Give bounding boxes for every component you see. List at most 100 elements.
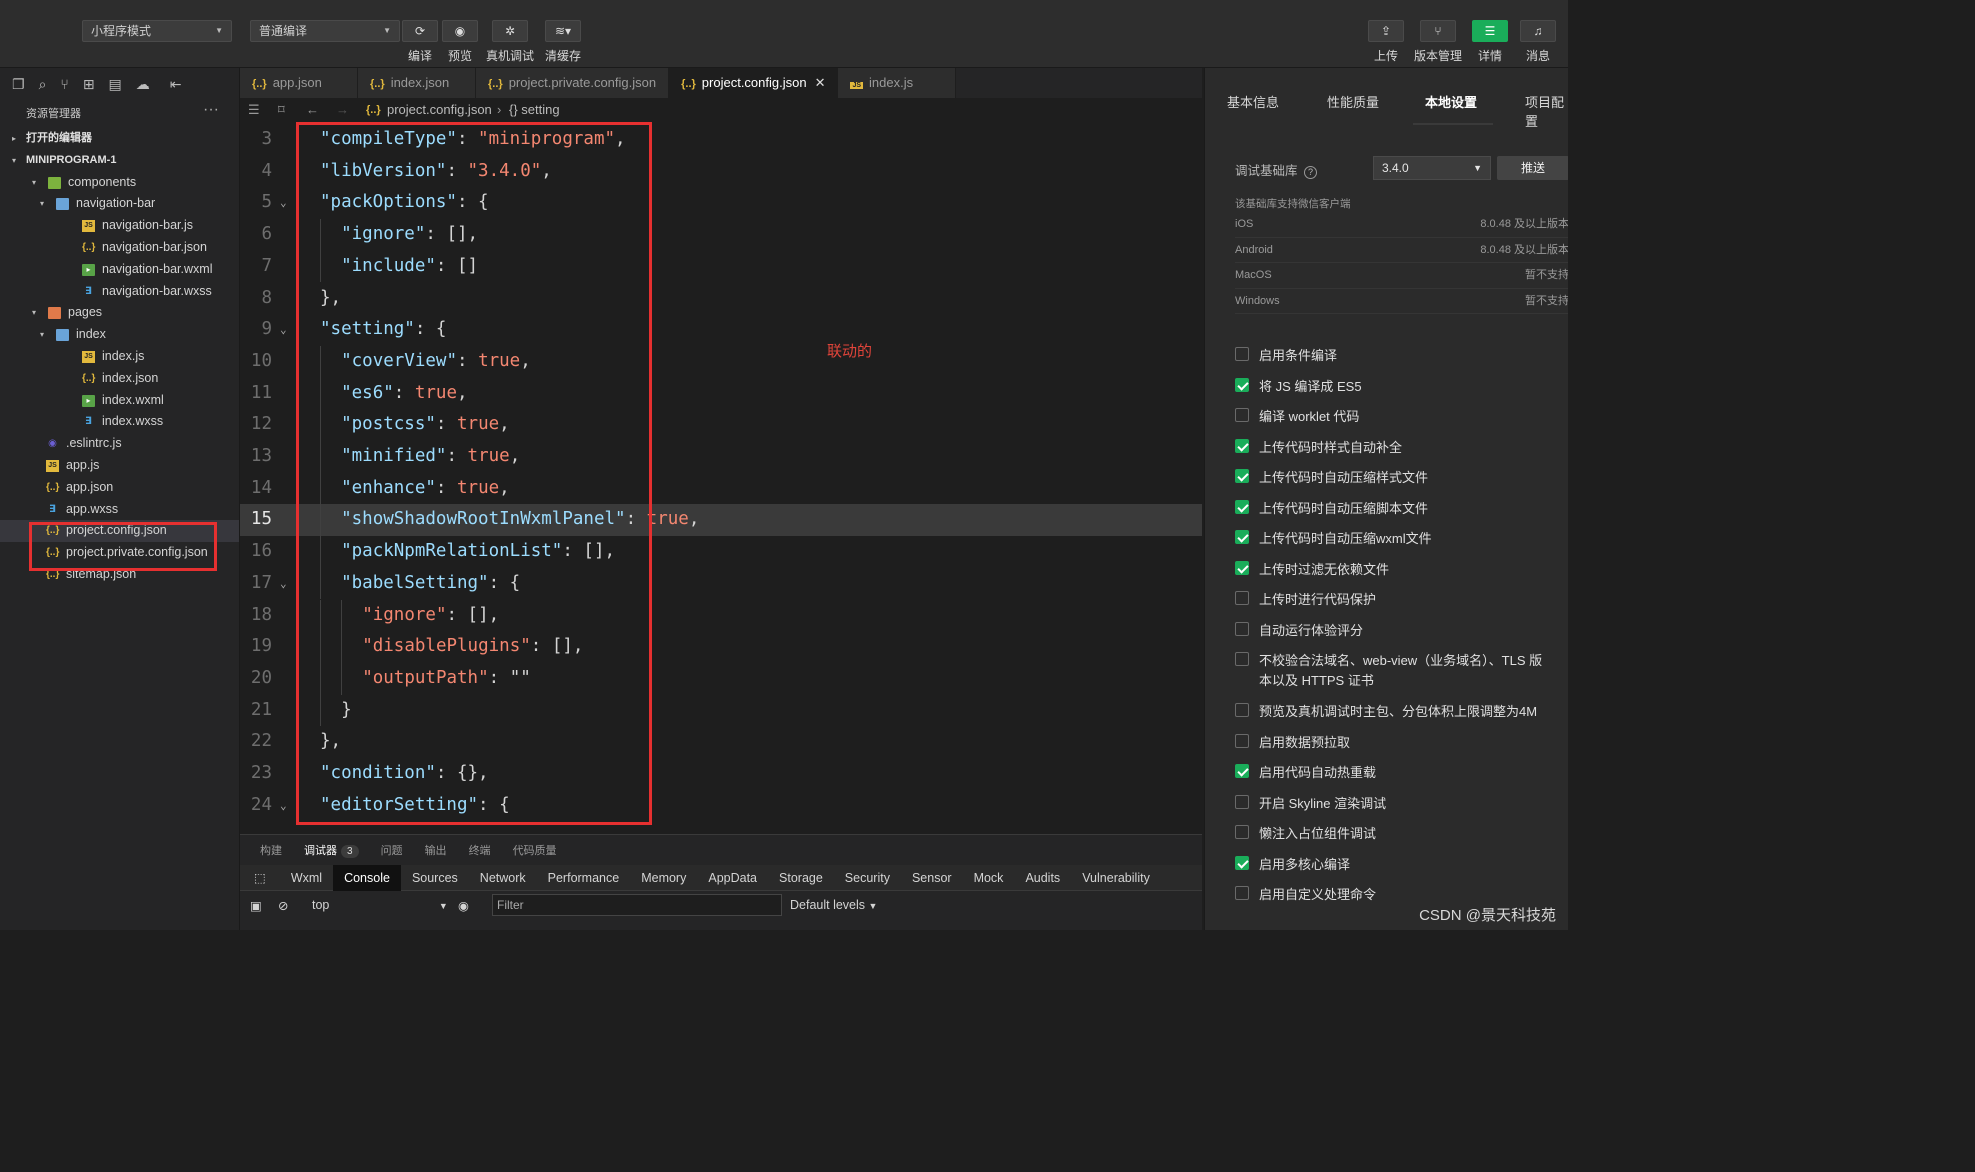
devtools-tab[interactable]: Performance (537, 865, 631, 891)
push-button[interactable]: 推送 (1497, 156, 1568, 180)
panel-tab[interactable]: 构建 (260, 842, 282, 858)
checkbox[interactable] (1235, 438, 1249, 453)
tree-item[interactable]: ▸ index.wxml (0, 390, 239, 412)
devtools-tab[interactable]: Storage (768, 865, 834, 891)
tree-item[interactable]: {..} project.private.config.json (0, 542, 239, 564)
checkbox[interactable] (1235, 377, 1249, 392)
panel-tab[interactable]: 代码质量 (513, 842, 557, 858)
tab-performance[interactable]: 性能质量 (1327, 92, 1379, 111)
panel-tab[interactable]: 终端 (469, 842, 491, 858)
checkbox[interactable] (1235, 703, 1249, 717)
details-button[interactable]: ☰ (1472, 20, 1508, 42)
compile-select[interactable]: 普通编译 ▼ (250, 20, 400, 42)
code-editor[interactable]: 3 "compileType": "miniprogram", 4 "libVersi… (240, 124, 1202, 834)
checkbox[interactable] (1235, 560, 1249, 575)
tree-item[interactable]: {..} navigation-bar.json (0, 237, 239, 259)
editor-tab[interactable]: {..} index.json (358, 68, 476, 98)
checkbox[interactable] (1235, 825, 1249, 839)
messages-button[interactable]: ♫ (1520, 20, 1556, 42)
checkbox[interactable] (1235, 794, 1249, 809)
extensions-icon[interactable]: ⊞ (83, 76, 95, 93)
devtools-tab[interactable]: Sensor (901, 865, 963, 891)
tree-item[interactable]: {..} app.json (0, 477, 239, 499)
cloud-icon[interactable]: ☁ (136, 76, 150, 93)
chevron-down-icon[interactable]: ⌄ (280, 187, 287, 219)
source-control-icon[interactable]: ⑂ (60, 76, 68, 92)
inspect-icon[interactable]: ⬚ (240, 865, 280, 891)
devtools-tab[interactable]: Vulnerability (1071, 865, 1161, 891)
tree-item[interactable]: {..} sitemap.json (0, 564, 239, 586)
chevron-down-icon[interactable]: ⌄ (280, 568, 287, 600)
panel-tab[interactable]: 问题 (381, 842, 403, 858)
tab-basic-info[interactable]: 基本信息 (1227, 92, 1279, 111)
storage-icon[interactable]: ▤ (109, 76, 122, 93)
clear-cache-button[interactable]: ≋▾ (545, 20, 581, 42)
tree-item[interactable]: ▾ navigation-bar (0, 193, 239, 215)
checkbox[interactable] (1235, 530, 1249, 544)
editor-tab[interactable]: {..} project.private.config.json (476, 68, 670, 98)
lib-version-select[interactable]: 3.4.0 ▼ (1373, 156, 1491, 180)
checkbox[interactable] (1235, 855, 1249, 870)
devtools-tab[interactable]: Console (333, 864, 401, 891)
checkbox[interactable] (1235, 347, 1249, 361)
checkbox[interactable] (1235, 408, 1249, 422)
context-select[interactable]: top ▼ (312, 898, 448, 912)
editor-tab[interactable]: {..} app.json (240, 68, 358, 98)
devtools-tab[interactable]: Audits (1014, 865, 1071, 891)
bookmark-icon[interactable]: ⌑ (278, 98, 285, 122)
preview-button[interactable]: ◉ (442, 20, 478, 42)
close-icon[interactable]: ✕ (815, 75, 826, 90)
devtools-tab[interactable]: Memory (630, 865, 697, 891)
checkbox[interactable] (1235, 733, 1249, 748)
sidebar-toggle-icon[interactable]: ▣ (250, 898, 262, 913)
mode-select[interactable]: 小程序模式 ▼ (82, 20, 232, 42)
help-icon[interactable]: ? (1304, 166, 1317, 179)
tree-item[interactable]: ▾ pages (0, 302, 239, 324)
outline-icon[interactable]: ☰ (248, 98, 260, 122)
editor-tab[interactable]: {..} project.config.json ✕ (669, 68, 839, 98)
devtools-tab[interactable]: Wxml (280, 865, 333, 891)
checkbox[interactable] (1235, 591, 1249, 605)
levels-select[interactable]: Default levels ▼ (790, 898, 877, 912)
checkbox[interactable] (1235, 621, 1249, 636)
upload-button[interactable]: ⇪ (1368, 20, 1404, 42)
tree-item[interactable]: ∃ navigation-bar.wxss (0, 281, 239, 303)
search-icon[interactable]: ⌕ (39, 76, 47, 93)
collapse-panel-icon[interactable]: ⇤ (170, 76, 182, 93)
tab-local-settings[interactable]: 本地设置 (1425, 92, 1477, 111)
project-section[interactable]: ▾ MINIPROGRAM-1 (0, 150, 239, 172)
editor-tab[interactable]: JS index.js (838, 68, 957, 98)
back-arrow-icon[interactable]: ← (306, 98, 319, 122)
tree-item[interactable]: ▸ navigation-bar.wxml (0, 259, 239, 281)
tree-item[interactable]: {..} index.json (0, 368, 239, 390)
forward-arrow-icon[interactable]: → (336, 98, 349, 122)
devtools-tab[interactable]: AppData (697, 865, 768, 891)
checkbox[interactable] (1235, 652, 1249, 666)
tree-item[interactable]: ◉ .eslintrc.js (0, 433, 239, 455)
checkbox[interactable] (1235, 499, 1249, 514)
compile-button[interactable]: ⟳ (402, 20, 438, 42)
devtools-tab[interactable]: Sources (401, 865, 469, 891)
open-editors-section[interactable]: ▸ 打开的编辑器 (0, 128, 239, 150)
tree-item[interactable]: ▾ index (0, 324, 239, 346)
clear-console-icon[interactable]: ⊘ (278, 898, 288, 913)
chevron-down-icon[interactable]: ⌄ (280, 790, 287, 822)
tree-item[interactable]: ∃ app.wxss (0, 499, 239, 521)
devtools-tab[interactable]: Mock (963, 865, 1015, 891)
more-icon[interactable]: ··· (203, 96, 219, 124)
tab-project-config[interactable]: 项目配置 (1525, 92, 1568, 130)
tree-item[interactable]: {..} project.config.json (0, 520, 239, 543)
breadcrumb-file[interactable]: project.config.json (387, 98, 492, 122)
tree-item[interactable]: ▾ components (0, 172, 239, 194)
devtools-tab[interactable]: Security (834, 865, 901, 891)
tree-item[interactable]: ∃ index.wxss (0, 411, 239, 433)
remote-debug-button[interactable]: ✲ (492, 20, 528, 42)
breadcrumb-symbol[interactable]: {} setting (509, 98, 560, 122)
tree-item[interactable]: JS app.js (0, 455, 239, 477)
chevron-down-icon[interactable]: ⌄ (280, 314, 287, 346)
tree-item[interactable]: JS navigation-bar.js (0, 215, 239, 237)
panel-tab[interactable]: 调试器 3 (304, 842, 359, 858)
tree-item[interactable]: JS index.js (0, 346, 239, 368)
filter-input[interactable]: Filter (492, 894, 782, 916)
checkbox[interactable] (1235, 469, 1249, 483)
